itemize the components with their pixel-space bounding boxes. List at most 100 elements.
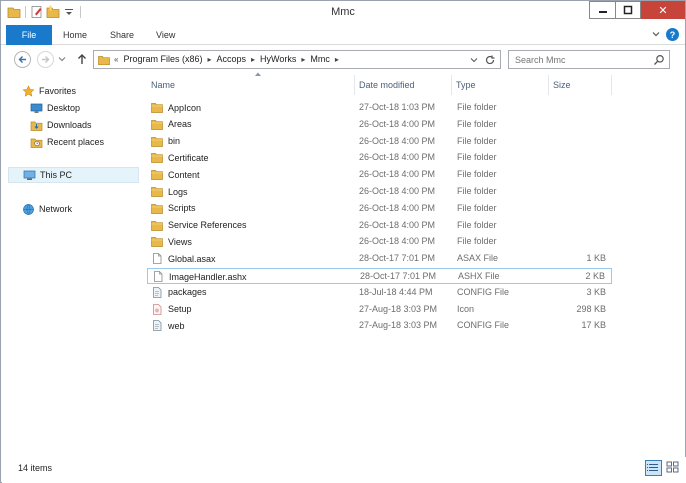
- file-date: 28-Oct-17 7:01 PM: [360, 271, 437, 281]
- file-row[interactable]: web 27-Aug-18 3:03 PM CONFIG File 17 KB: [147, 318, 612, 334]
- refresh-icon[interactable]: [484, 54, 496, 66]
- file-size: 17 KB: [581, 320, 606, 331]
- file-name-cell: Areas: [151, 119, 192, 130]
- nav-item-label: Network: [39, 204, 73, 214]
- file-row[interactable]: Scripts 26-Oct-18 4:00 PM File folder: [147, 201, 612, 217]
- breadcrumb-item[interactable]: Accops: [217, 54, 247, 64]
- tab-home[interactable]: Home: [63, 25, 87, 45]
- image-file-icon: [151, 303, 163, 315]
- folder-icon: [151, 136, 163, 147]
- file-name-cell: Logs: [151, 186, 188, 197]
- recent-places-icon: [30, 136, 43, 149]
- file-type: ASAX File: [457, 253, 499, 264]
- file-type: File folder: [457, 169, 497, 180]
- file-row[interactable]: bin 26-Oct-18 4:00 PM File folder: [147, 134, 612, 150]
- column-header-size[interactable]: Size: [549, 75, 612, 95]
- nav-item-downloads[interactable]: Downloads: [30, 117, 92, 133]
- window-controls: ✕: [589, 1, 685, 19]
- file-row[interactable]: Views 26-Oct-18 4:00 PM File folder: [147, 234, 612, 250]
- explorer-window: Mmc ✕ File Home Share View ? « Program F…: [0, 0, 686, 483]
- file-row[interactable]: packages 18-Jul-18 4:44 PM CONFIG File 3 KB: [147, 285, 612, 301]
- title-bar: Mmc ✕: [1, 1, 685, 25]
- file-row[interactable]: ImageHandler.ashx 28-Oct-17 7:01 PM ASHX F…: [147, 268, 612, 284]
- up-button[interactable]: [75, 52, 89, 66]
- file-row[interactable]: Content 26-Oct-18 4:00 PM File folder: [147, 167, 612, 183]
- breadcrumb-overflow[interactable]: «: [114, 55, 118, 64]
- breadcrumb-item[interactable]: Mmc: [310, 54, 330, 64]
- breadcrumb-item[interactable]: Program Files (x86): [123, 54, 202, 64]
- file-name: Global.asax: [168, 253, 216, 264]
- help-icon[interactable]: ?: [666, 28, 679, 41]
- file-row[interactable]: AppIcon 27-Oct-18 1:03 PM File folder: [147, 100, 612, 116]
- arrow-left-icon: [18, 56, 26, 63]
- column-header-type[interactable]: Type: [452, 75, 549, 95]
- nav-item-desktop[interactable]: Desktop: [30, 100, 80, 116]
- breadcrumb-separator-icon[interactable]: ▸: [335, 55, 339, 64]
- large-icons-view-button[interactable]: [665, 460, 682, 476]
- file-row[interactable]: Certificate 26-Oct-18 4:00 PM File folder: [147, 150, 612, 166]
- close-button[interactable]: ✕: [641, 1, 685, 19]
- file-name-cell: web: [151, 320, 185, 332]
- tab-view[interactable]: View: [156, 25, 175, 45]
- address-history-icon[interactable]: [470, 57, 478, 63]
- file-size: 298 KB: [576, 303, 606, 314]
- maximize-button[interactable]: [615, 1, 641, 19]
- breadcrumb-separator-icon[interactable]: ▸: [301, 55, 305, 64]
- sort-ascending-icon: [255, 72, 261, 76]
- file-date: 26-Oct-18 4:00 PM: [359, 152, 436, 163]
- tab-share[interactable]: Share: [110, 25, 134, 45]
- star-icon: [22, 84, 35, 98]
- nav-item-network[interactable]: Network: [22, 201, 72, 217]
- nav-item-favorites[interactable]: Favorites: [22, 83, 76, 99]
- folder-icon: [151, 203, 163, 214]
- forward-button[interactable]: [37, 51, 54, 68]
- file-type: Icon: [457, 303, 475, 314]
- file-name: Service References: [168, 220, 247, 231]
- folder-icon: [151, 220, 163, 231]
- file-name-cell: AppIcon: [151, 102, 201, 113]
- file-type: CONFIG File: [457, 286, 510, 297]
- file-name: web: [168, 320, 185, 331]
- column-header-date[interactable]: Date modified: [355, 75, 452, 95]
- file-date: 26-Oct-18 4:00 PM: [359, 135, 436, 146]
- search-icon[interactable]: [653, 54, 665, 66]
- back-button[interactable]: [14, 51, 31, 68]
- nav-item-recent-places[interactable]: Recent places: [30, 134, 104, 150]
- file-row[interactable]: Areas 26-Oct-18 4:00 PM File folder: [147, 117, 612, 133]
- search-box[interactable]: [508, 50, 670, 69]
- folder-icon: [151, 186, 163, 197]
- file-date: 26-Oct-18 4:00 PM: [359, 169, 436, 180]
- file-name-cell: Service References: [151, 220, 247, 231]
- config-file-icon: [151, 286, 163, 298]
- file-type: File folder: [457, 236, 497, 247]
- address-bar[interactable]: « Program Files (x86) ▸ Accops ▸ HyWorks…: [93, 50, 501, 69]
- nav-item-label: Desktop: [47, 103, 81, 113]
- downloads-icon: [30, 119, 43, 132]
- window-title: Mmc: [331, 6, 355, 18]
- file-name: bin: [168, 136, 181, 147]
- nav-item-label: Favorites: [39, 86, 77, 96]
- file-name: packages: [168, 287, 207, 298]
- minimize-button[interactable]: [589, 1, 615, 19]
- details-view-button[interactable]: [645, 460, 662, 476]
- breadcrumb-item[interactable]: HyWorks: [260, 54, 296, 64]
- file-row[interactable]: Service References 26-Oct-18 4:00 PM File …: [147, 218, 612, 234]
- search-input[interactable]: [515, 53, 645, 66]
- breadcrumb-separator-icon[interactable]: ▸: [251, 55, 255, 64]
- recent-locations-icon[interactable]: [58, 56, 66, 62]
- expand-ribbon-icon[interactable]: [651, 29, 661, 39]
- folder-icon: [151, 152, 163, 164]
- file-name-cell: Global.asax: [151, 253, 216, 265]
- tab-file[interactable]: File: [6, 25, 52, 45]
- file-type: File folder: [457, 219, 497, 230]
- file-row[interactable]: Global.asax 28-Oct-17 7:01 PM ASAX File 1 K…: [147, 251, 612, 267]
- breadcrumb-separator-icon[interactable]: ▸: [207, 55, 211, 64]
- folder-icon: [151, 236, 163, 248]
- file-row[interactable]: Logs 26-Oct-18 4:00 PM File folder: [147, 184, 612, 200]
- column-header-name[interactable]: Name: [147, 72, 355, 95]
- nav-item-this-pc[interactable]: This PC: [8, 167, 139, 183]
- file-date: 26-Oct-18 4:00 PM: [359, 186, 436, 196]
- folder-icon: [151, 169, 163, 181]
- file-row[interactable]: Setup 27-Aug-18 3:03 PM Icon 298 KB: [147, 302, 612, 318]
- file-name-cell: Setup: [151, 303, 192, 315]
